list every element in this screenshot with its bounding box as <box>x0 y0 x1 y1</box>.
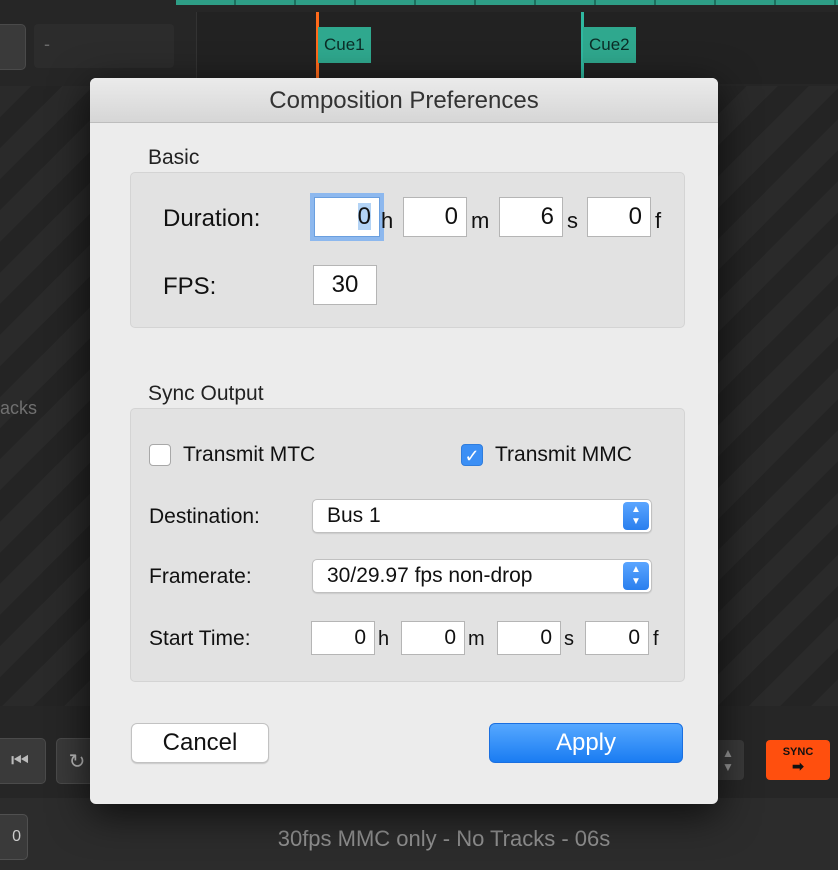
transmit-mtc-label[interactable]: Transmit MTC <box>183 443 315 467</box>
select-arrows-icon: ▲ ▼ <box>623 502 649 530</box>
duration-label: Duration: <box>163 205 261 232</box>
framerate-value: 30/29.97 fps non-drop <box>327 564 533 587</box>
sync-output-section-label: Sync Output <box>148 382 264 405</box>
loop-icon: ↻ <box>68 750 86 773</box>
start-hours-field[interactable]: 0 <box>311 621 375 655</box>
composition-field[interactable]: - <box>34 24 174 68</box>
fps-label: FPS: <box>163 273 217 300</box>
basic-group: Duration: 0 h 0 m 6 s 0 f FPS: 30 <box>130 172 685 328</box>
destination-select[interactable]: Bus 1 ▲ ▼ <box>312 499 652 533</box>
dialog-title: Composition Preferences <box>90 78 718 123</box>
destination-value: Bus 1 <box>327 504 381 527</box>
cue1-label[interactable]: Cue1 <box>318 27 371 63</box>
duration-seconds-field[interactable]: 6 <box>499 197 563 237</box>
duration-hours-field[interactable]: 0 <box>314 197 380 237</box>
hours-unit: h <box>378 628 390 650</box>
start-frames-field[interactable]: 0 <box>585 621 649 655</box>
transmit-mtc-checkbox[interactable] <box>149 444 171 466</box>
start-time-label: Start Time: <box>149 627 251 650</box>
framerate-select[interactable]: 30/29.97 fps non-drop ▲ ▼ <box>312 559 652 593</box>
transmit-mmc-checkbox[interactable]: ✓ <box>461 444 483 466</box>
checkmark-icon: ✓ <box>464 446 480 466</box>
cancel-button[interactable]: Cancel <box>131 723 269 763</box>
duration-minutes-field[interactable]: 0 <box>403 197 467 237</box>
apply-button[interactable]: Apply <box>489 723 683 763</box>
transmit-mmc-label[interactable]: Transmit MMC <box>495 443 632 467</box>
framerate-label: Framerate: <box>149 565 252 588</box>
minutes-unit: m <box>471 208 490 233</box>
rewind-icon: ⏮ <box>11 749 29 772</box>
chevron-up-icon: ▲ <box>722 746 734 760</box>
menu-button[interactable] <box>0 24 26 70</box>
status-text: 30fps MMC only - No Tracks - 06s <box>277 826 611 851</box>
basic-section-label: Basic <box>148 146 200 169</box>
destination-label: Destination: <box>149 505 260 528</box>
hours-unit: h <box>381 208 394 233</box>
arrow-right-icon: ➡ <box>792 758 804 774</box>
select-arrows-icon: ▲ ▼ <box>623 562 649 590</box>
sync-button[interactable]: SYNC ➡ <box>766 740 830 780</box>
minutes-unit: m <box>468 628 485 650</box>
start-seconds-field[interactable]: 0 <box>497 621 561 655</box>
duration-hours-value: 0 <box>357 203 371 230</box>
rewind-button[interactable]: ⏮ <box>0 738 46 784</box>
duration-frames-field[interactable]: 0 <box>587 197 651 237</box>
chevron-down-icon: ▼ <box>722 760 734 774</box>
composition-field-text: - <box>44 34 50 54</box>
start-minutes-field[interactable]: 0 <box>401 621 465 655</box>
cue-track[interactable] <box>196 12 838 84</box>
seconds-unit: s <box>564 628 574 650</box>
cue2-label[interactable]: Cue2 <box>583 27 636 63</box>
composition-preferences-dialog: Composition Preferences Basic Duration: … <box>90 78 718 804</box>
no-tracks-text: acks <box>0 398 38 418</box>
sync-label: SYNC <box>782 746 814 758</box>
sync-output-group: Transmit MTC ✓ Transmit MMC Destination:… <box>130 408 685 682</box>
seconds-unit: s <box>567 208 578 233</box>
fps-field[interactable]: 30 <box>313 265 377 305</box>
frames-unit: f <box>655 208 662 233</box>
frames-unit: f <box>653 628 659 650</box>
timeline-ruler[interactable] <box>176 0 838 5</box>
